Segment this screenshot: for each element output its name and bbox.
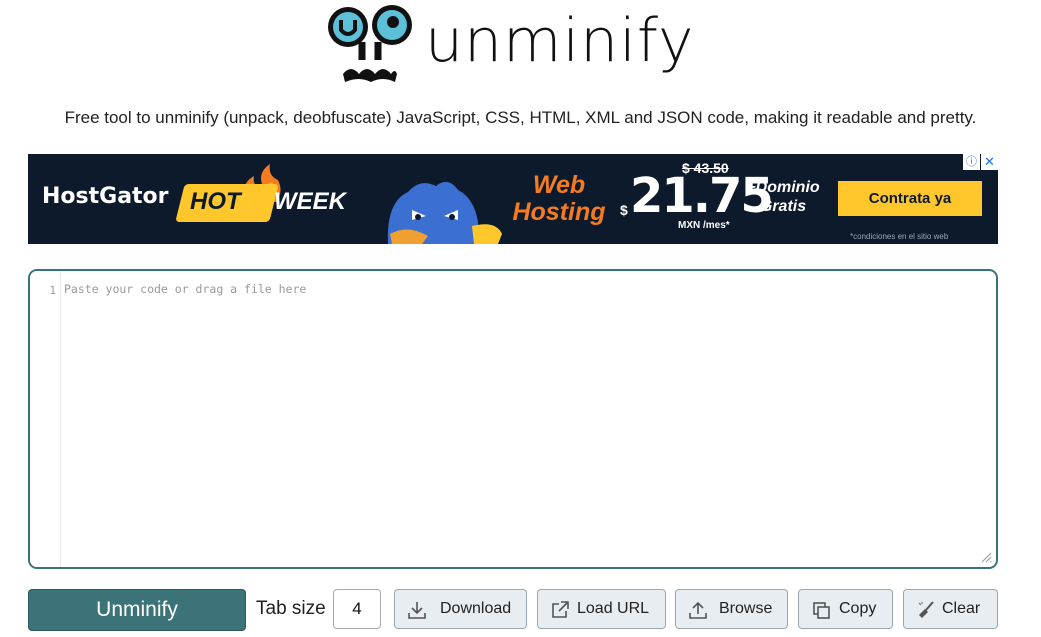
tab-size-input[interactable]	[333, 589, 381, 629]
copy-label: Copy	[839, 600, 877, 617]
ad-hot-text: HOT	[190, 188, 241, 215]
ad-currency: $	[620, 202, 628, 218]
download-label: Download	[440, 600, 512, 617]
load-url-label: Load URL	[577, 600, 650, 617]
ad-bonus: +Dominio Gratis	[736, 178, 830, 216]
toolbar: Unminify Tab size Download Load URL Brow…	[28, 589, 998, 631]
ad-cta-button[interactable]: Contrata ya	[838, 181, 982, 216]
logo-text: unminify	[425, 6, 695, 76]
ad-service-line2: Hosting	[512, 198, 606, 226]
browse-label: Browse	[719, 600, 773, 617]
line-number: 1	[49, 284, 56, 297]
download-button[interactable]: Download	[394, 589, 527, 629]
site-logo[interactable]: unminify	[325, 4, 705, 86]
clear-button[interactable]: Clear	[903, 589, 998, 629]
ad-service-line1: Web	[532, 171, 586, 199]
broom-icon	[918, 601, 934, 618]
owl-logo-icon	[328, 5, 412, 82]
upload-icon	[689, 601, 707, 619]
ad-service: Web Hosting	[504, 172, 614, 226]
load-url-button[interactable]: Load URL	[537, 589, 666, 629]
gator-mascot-icon	[387, 181, 502, 244]
tagline: Free tool to unminify (unpack, deobfusca…	[64, 108, 977, 127]
ad-price-unit: MXN /mes*	[678, 220, 730, 231]
copy-button[interactable]: Copy	[798, 589, 893, 629]
ad-close-icon[interactable]: ✕	[981, 154, 998, 170]
code-editor[interactable]: 1	[28, 269, 998, 569]
tab-size-label: Tab size	[256, 598, 326, 619]
ad-week-text: WEEK	[274, 188, 346, 215]
unminify-button[interactable]: Unminify	[28, 589, 246, 631]
code-input[interactable]	[64, 282, 984, 552]
resize-handle-icon[interactable]	[981, 552, 992, 563]
ad-bonus-line2: Gratis	[759, 198, 807, 215]
browse-button[interactable]: Browse	[675, 589, 788, 629]
clear-label: Clear	[942, 600, 981, 617]
copy-icon	[813, 602, 830, 619]
download-icon	[408, 602, 426, 619]
ad-brand: HostGator	[42, 184, 169, 209]
line-number-gutter: 1	[30, 271, 61, 567]
ad-fine-print: *condiciones en el sitio web	[850, 232, 949, 241]
ad-banner[interactable]: HostGator HOT WEEK Web Hosting $ 43.50 $…	[28, 154, 998, 244]
external-link-icon	[552, 601, 569, 618]
ad-info-icon[interactable]: ⓘ	[963, 154, 980, 170]
ad-bonus-line1: +Dominio	[746, 179, 820, 196]
